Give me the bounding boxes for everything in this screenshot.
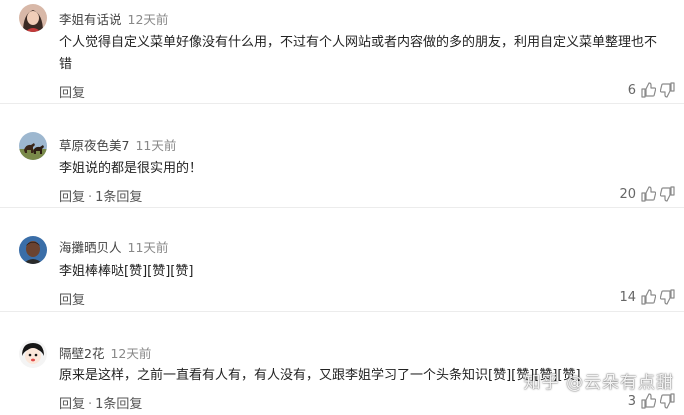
avatar-cartoon-icon (19, 340, 47, 368)
comment-text: 李姐棒棒哒[赞][赞][赞] (59, 264, 194, 279)
comment-text: 个人觉得自定义菜单好像没有什么用，不过有个人网站或者内容做的多的朋友，利用自定义… (59, 35, 658, 72)
thumbs-down-icon[interactable] (660, 186, 676, 202)
comment-meta: 李姐有话说 12天前 (59, 9, 168, 28)
like-area: 20 (619, 186, 676, 202)
author-name[interactable]: 海攤晒贝人 (59, 240, 122, 255)
view-replies-link[interactable]: 1条回复 (95, 190, 142, 205)
comment-item: 隔壁2花 12天前 原来是这样，之前一直看有人有，有人没有，又跟李姐学习了一个头条… (0, 312, 684, 415)
avatar[interactable] (19, 236, 47, 264)
avatar-man-icon (19, 236, 47, 264)
comment-meta: 隔壁2花 12天前 (59, 343, 151, 362)
like-area: 14 (619, 289, 676, 305)
thumbs-up-icon[interactable] (640, 289, 656, 305)
like-count: 20 (619, 186, 636, 202)
author-name[interactable]: 隔壁2花 (59, 346, 104, 361)
thumbs-down-icon[interactable] (660, 393, 676, 409)
separator-dot: · (88, 397, 93, 412)
comment-actions: 回复 (59, 289, 85, 308)
avatar[interactable] (19, 4, 47, 32)
avatar-woman-icon (19, 4, 47, 32)
comment-time: 12天前 (127, 12, 169, 27)
reply-button[interactable]: 回复 (59, 293, 85, 308)
thumbs-down-icon[interactable] (660, 82, 676, 98)
comment-meta: 海攤晒贝人 11天前 (59, 237, 168, 256)
avatar[interactable] (19, 340, 47, 368)
comment-actions: 回复 · 1条回复 (59, 186, 142, 205)
avatar-horses-icon (19, 132, 47, 160)
view-replies-link[interactable]: 1条回复 (95, 397, 142, 412)
comment-time: 11天前 (135, 138, 177, 153)
author-name[interactable]: 李姐有话说 (59, 12, 122, 27)
comment-text: 李姐说的都是很实用的！ (59, 161, 203, 176)
thumbs-up-icon[interactable] (640, 393, 656, 409)
thumbs-up-icon[interactable] (640, 186, 656, 202)
like-area: 6 (622, 82, 676, 98)
comment-actions: 回复 · 1条回复 (59, 393, 142, 412)
thumbs-up-icon[interactable] (640, 82, 656, 98)
comment-time: 11天前 (127, 240, 169, 255)
comment-time: 12天前 (110, 346, 152, 361)
watermark: 知乎 @云朵有点甜 (523, 373, 674, 393)
comment-item: 李姐有话说 12天前 个人觉得自定义菜单好像没有什么用，不过有个人网站或者内容做的… (0, 0, 684, 104)
comment-meta: 草原夜色美7 11天前 (59, 135, 176, 154)
reply-button[interactable]: 回复 (59, 190, 85, 205)
thumbs-down-icon[interactable] (660, 289, 676, 305)
like-count: 3 (627, 393, 636, 409)
comment-item: 草原夜色美7 11天前 李姐说的都是很实用的！ 回复 · 1条回复 20 (0, 104, 684, 208)
reply-button[interactable]: 回复 (59, 86, 85, 101)
separator-dot: · (88, 190, 93, 205)
author-name[interactable]: 草原夜色美7 (59, 138, 129, 153)
like-area: 3 (622, 393, 676, 409)
like-count: 6 (627, 82, 636, 98)
reply-button[interactable]: 回复 (59, 397, 85, 412)
comment-actions: 回复 (59, 82, 85, 101)
like-count: 14 (619, 289, 636, 305)
avatar[interactable] (19, 132, 47, 160)
comment-item: 海攤晒贝人 11天前 李姐棒棒哒[赞][赞][赞] 回复 14 (0, 208, 684, 312)
